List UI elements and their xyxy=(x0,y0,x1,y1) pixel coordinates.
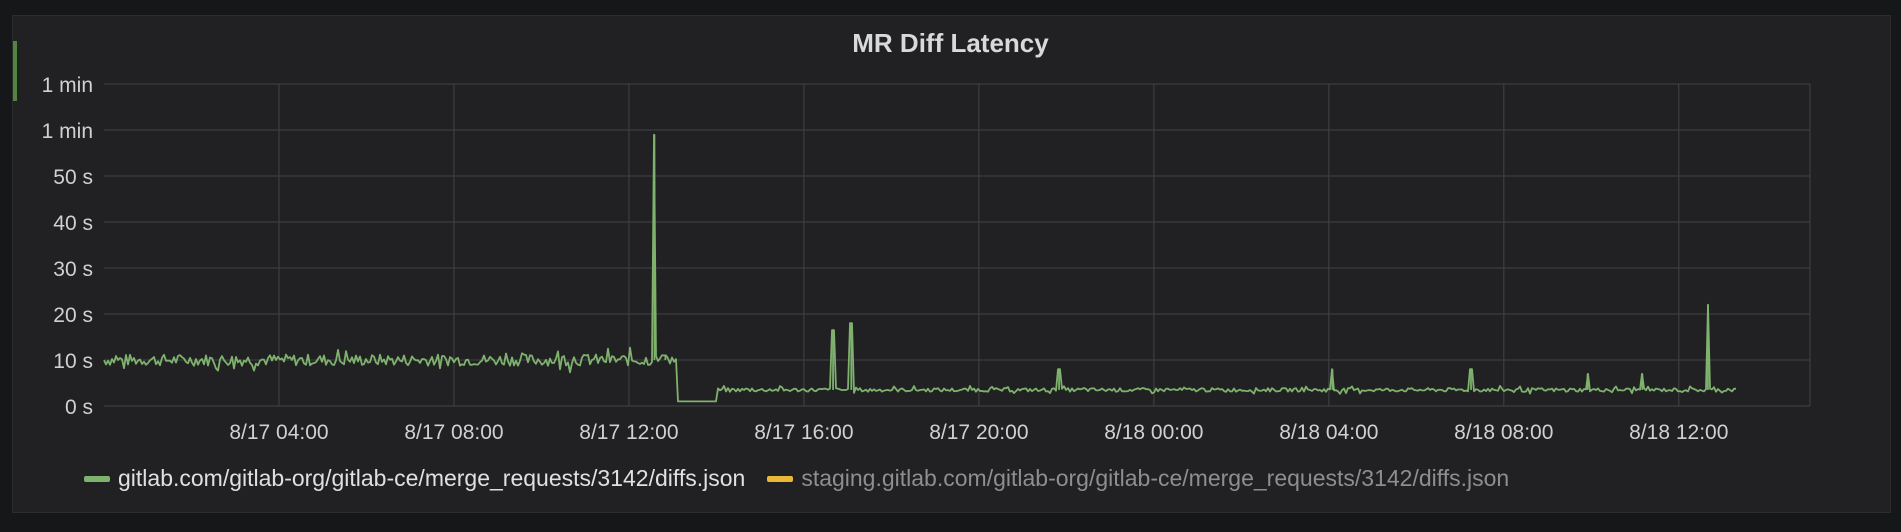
legend-item-staging[interactable]: staging.gitlab.com/gitlab-org/gitlab-ce/… xyxy=(767,465,1509,492)
x-tick-label: 8/18 00:00 xyxy=(1104,421,1203,444)
x-tick-label: 8/17 04:00 xyxy=(229,421,328,444)
y-tick-label: 40 s xyxy=(53,212,93,235)
latency-chart[interactable]: 0 s 10 s 20 s 30 s 40 s 50 s 1 min 1 min 8/17 04… xyxy=(0,0,1901,532)
x-tick-label: 8/17 20:00 xyxy=(929,421,1028,444)
x-tick-label: 8/17 08:00 xyxy=(404,421,503,444)
legend-item-gitlab[interactable]: gitlab.com/gitlab-org/gitlab-ce/merge_re… xyxy=(84,465,745,492)
x-tick-label: 8/17 12:00 xyxy=(579,421,678,444)
legend-swatch-green xyxy=(84,475,110,482)
legend-label-gitlab: gitlab.com/gitlab-org/gitlab-ce/merge_re… xyxy=(118,465,746,491)
y-tick-label: 0 s xyxy=(65,396,93,419)
x-tick-label: 8/18 08:00 xyxy=(1454,421,1553,444)
x-tick-label: 8/18 04:00 xyxy=(1279,421,1378,444)
x-tick-label: 8/17 16:00 xyxy=(754,421,853,444)
y-tick-label: 10 s xyxy=(53,350,93,373)
y-tick-label: 20 s xyxy=(53,304,93,327)
legend: gitlab.com/gitlab-org/gitlab-ce/merge_re… xyxy=(84,465,1509,492)
y-tick-label: 1 min xyxy=(42,74,93,97)
legend-swatch-yellow xyxy=(767,475,794,482)
legend-label-staging: staging.gitlab.com/gitlab-org/gitlab-ce/… xyxy=(801,465,1510,491)
x-tick-label: 8/18 12:00 xyxy=(1629,421,1728,444)
y-tick-label: 30 s xyxy=(53,258,93,281)
y-tick-label: 50 s xyxy=(53,166,93,189)
y-tick-label: 1 min xyxy=(42,120,93,143)
